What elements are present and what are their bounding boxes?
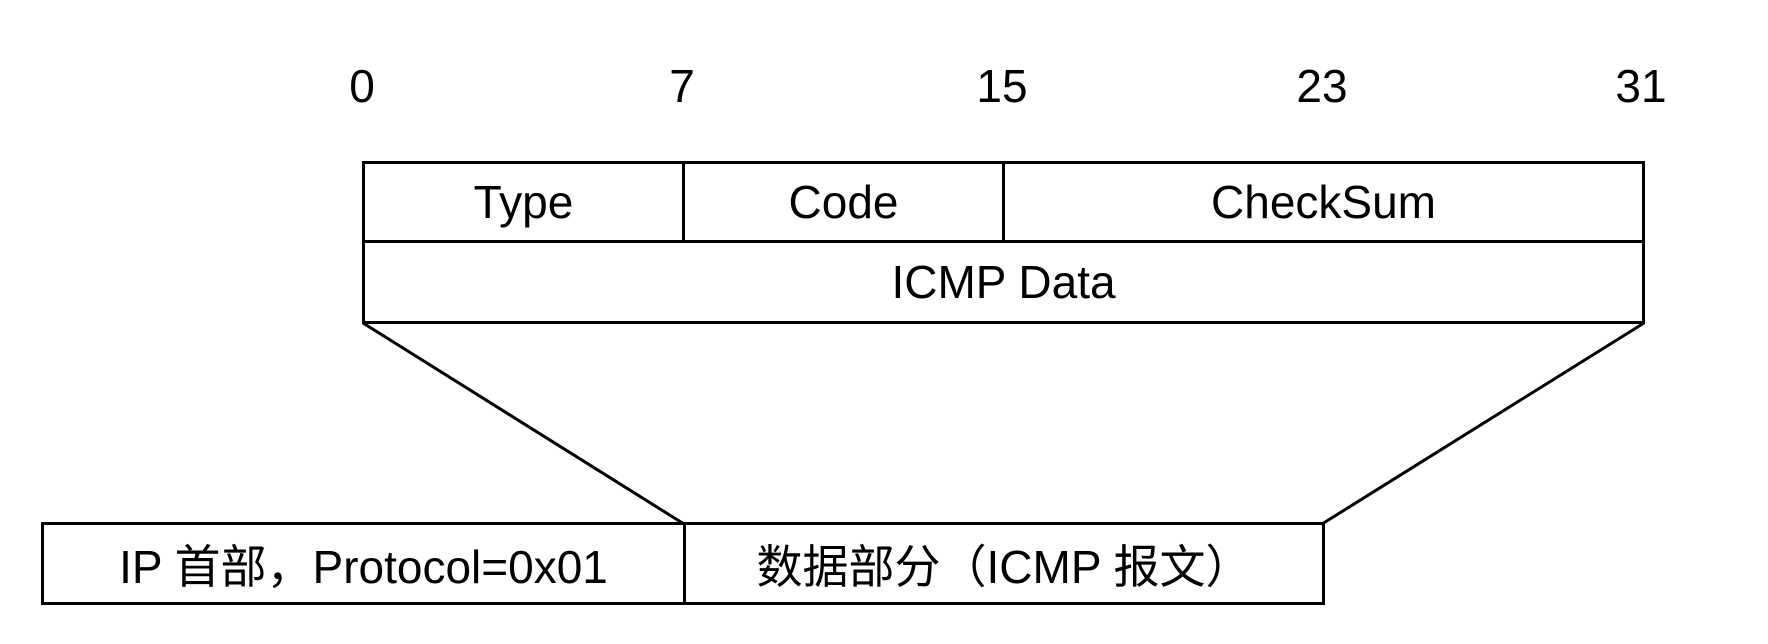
bit-label-23: 23 — [1296, 60, 1348, 112]
left-connector-line — [362, 321, 685, 526]
bit-label-15: 15 — [976, 60, 1028, 112]
bit-label-31: 31 — [1615, 60, 1667, 112]
bit-label-7: 7 — [669, 60, 695, 112]
type-field: Type — [362, 161, 685, 243]
ip-payload-field: 数据部分（ICMP 报文） — [683, 522, 1325, 605]
code-field: Code — [682, 161, 1005, 243]
icmp-data-field: ICMP Data — [362, 240, 1645, 324]
checksum-field: CheckSum — [1002, 161, 1645, 243]
ip-header-field: IP 首部，Protocol=0x01 — [41, 522, 686, 605]
bit-label-0: 0 — [349, 60, 375, 112]
right-connector-line — [1321, 321, 1645, 526]
